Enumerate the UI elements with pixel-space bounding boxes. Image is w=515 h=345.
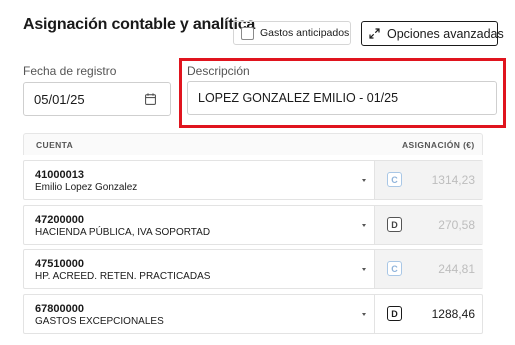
account-code: 41000013 — [35, 169, 84, 181]
account-dropdown-caret-icon[interactable] — [362, 313, 366, 316]
section-title: Asignación contable y analítica — [23, 16, 256, 33]
table-row: 47200000 HACIENDA PÚBLICA, IVA SOPORTAD … — [23, 205, 483, 245]
opciones-avanzadas-label: Opciones avanzadas — [387, 26, 504, 41]
assignment-cell: D 1288,46 — [374, 295, 483, 333]
descripcion-input[interactable]: LOPEZ GONZALEZ EMILIO - 01/25 — [187, 81, 497, 115]
fecha-registro-value: 05/01/25 — [34, 91, 85, 107]
account-name: HACIENDA PÚBLICA, IVA SOPORTAD — [35, 227, 211, 238]
assignment-cell: C 244,81 — [374, 250, 483, 288]
side-badge[interactable]: C — [387, 261, 402, 276]
account-name: HP. ACREED. RETEN. PRACTICADAS — [35, 271, 211, 282]
amount-input[interactable]: 244,81 — [438, 262, 475, 276]
table-row: 41000013 Emilio Lopez Gonzalez C 1314,23 — [23, 160, 483, 200]
amount-input[interactable]: 1314,23 — [432, 173, 475, 187]
account-code: 47200000 — [35, 214, 84, 226]
table-header: CUENTA ASIGNACIÓN (€) — [23, 133, 483, 155]
account-dropdown-caret-icon[interactable] — [362, 179, 366, 182]
opciones-avanzadas-button[interactable]: Opciones avanzadas — [361, 21, 504, 46]
expand-icon — [369, 28, 380, 39]
fecha-registro-label: Fecha de registro — [23, 64, 117, 78]
descripcion-label: Descripción — [187, 64, 250, 78]
calendar-icon[interactable] — [145, 93, 156, 105]
gastos-anticipados-toggle[interactable]: Gastos anticipados — [233, 21, 351, 45]
gastos-anticipados-label: Gastos anticipados — [260, 27, 350, 39]
amount-input[interactable]: 270,58 — [438, 218, 475, 232]
account-code: 47510000 — [35, 258, 84, 270]
assignment-cell: C 1314,23 — [374, 161, 483, 199]
account-code: 67800000 — [35, 303, 84, 315]
account-dropdown-caret-icon[interactable] — [362, 224, 366, 227]
side-badge[interactable]: D — [387, 217, 402, 232]
side-badge[interactable]: D — [387, 306, 402, 321]
table-row: 67800000 GASTOS EXCEPCIONALES D 1288,46 — [23, 294, 483, 334]
descripcion-value: LOPEZ GONZALEZ EMILIO - 01/25 — [198, 91, 399, 105]
assignment-cell: D 270,58 — [374, 206, 483, 244]
col-asignacion-header: ASIGNACIÓN (€) — [402, 140, 475, 150]
account-name: Emilio Lopez Gonzalez — [35, 182, 138, 193]
side-badge[interactable]: C — [387, 172, 402, 187]
col-cuenta-header: CUENTA — [36, 140, 74, 150]
table-row: 47510000 HP. ACREED. RETEN. PRACTICADAS … — [23, 249, 483, 289]
account-dropdown-caret-icon[interactable] — [362, 268, 366, 271]
account-name: GASTOS EXCEPCIONALES — [35, 316, 164, 327]
fecha-registro-field[interactable]: 05/01/25 — [23, 82, 171, 116]
amount-input[interactable]: 1288,46 — [432, 307, 475, 321]
gastos-anticipados-checkbox[interactable] — [241, 26, 254, 40]
